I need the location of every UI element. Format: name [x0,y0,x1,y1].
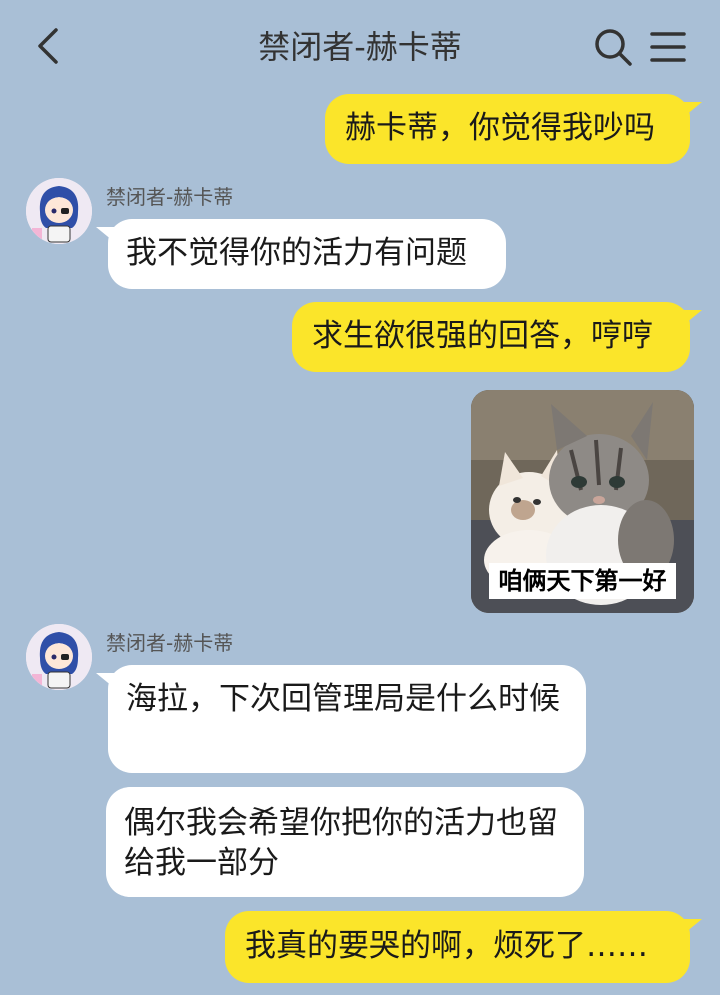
sender-name: 禁闭者-赫卡蒂 [106,185,234,209]
my-message-bubble[interactable]: 求生欲很强的回答，哼哼 [292,302,702,372]
sender-name: 禁闭者-赫卡蒂 [106,631,234,655]
their-message-bubble[interactable]: 我不觉得你的活力有问题 [96,219,506,289]
my-message-bubble[interactable]: 赫卡蒂，你觉得我吵吗 [325,94,702,164]
avatar[interactable] [26,624,92,690]
message-text: 赫卡蒂，你觉得我吵吗 [345,110,655,146]
their-message-bubble[interactable]: 偶尔我会希望你把你的活力也留给我一部分 [106,787,584,897]
message-text: 偶尔我会希望你把你的活力也留给我一部分 [124,805,558,881]
my-message-bubble[interactable]: 我真的要哭的啊，烦死了…… [225,911,702,983]
message-text: 求生欲很强的回答，哼哼 [312,318,653,354]
message-text: 我真的要哭的啊，烦死了…… [245,928,648,964]
bubble-tail [96,673,118,691]
bubble-tail [680,102,702,120]
sticker-caption: 咱俩天下第一好 [489,563,676,599]
hamburger-menu-icon [650,32,686,62]
search-button[interactable] [592,26,634,68]
their-message-bubble[interactable]: 海拉，下次回管理局是什么时候 [96,665,586,773]
search-icon [595,29,632,66]
character-avatar-icon [26,178,92,244]
bubble-tail [680,919,702,937]
bubble-tail [96,227,118,245]
message-text: 海拉，下次回管理局是什么时候 [126,681,560,717]
avatar[interactable] [26,178,92,244]
kitten-sticker[interactable]: 咱俩天下第一好 [471,390,694,613]
message-text: 我不觉得你的活力有问题 [126,235,467,271]
chat-header: 禁闭者-赫卡蒂 [0,0,720,92]
menu-button[interactable] [648,28,688,66]
bubble-tail [680,310,702,328]
character-avatar-icon [26,624,92,690]
